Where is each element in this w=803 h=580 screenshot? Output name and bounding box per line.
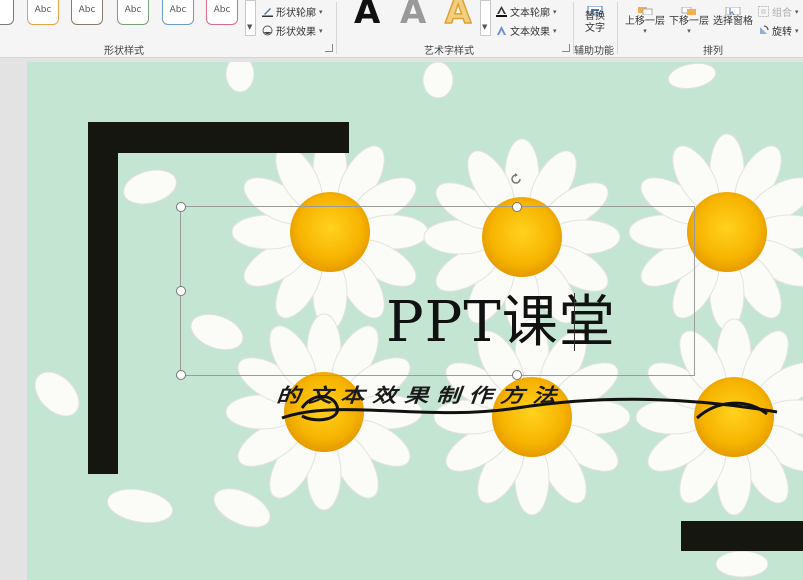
chevron-down-icon: ▾: [553, 26, 557, 35]
shape-style-swatch-6[interactable]: Abc: [206, 0, 238, 25]
chevron-down-icon: ▾: [687, 27, 691, 35]
send-backward-button[interactable]: 下移一层 ▾: [668, 0, 710, 36]
bring-forward-label: 上移一层: [625, 16, 665, 27]
group-button[interactable]: 组合 ▾: [758, 4, 799, 19]
alt-text-label-line1: 替换: [585, 11, 605, 22]
shape-style-swatch-2[interactable]: Abc: [27, 0, 59, 25]
group-label: 组合: [772, 8, 792, 19]
wordart-distortion-strokes: [281, 395, 778, 422]
text-effects-label: 文本效果: [510, 27, 550, 38]
dialog-launcher-icon[interactable]: [325, 44, 333, 52]
chevron-down-icon: ▾: [795, 26, 799, 35]
text-effects-button[interactable]: 文本效果 ▾: [496, 23, 557, 38]
wordart-style-gray[interactable]: A: [400, 0, 426, 32]
shape-outline-button[interactable]: 形状轮廓 ▾: [262, 4, 323, 19]
arrange-group-label: 排列: [703, 46, 723, 57]
wordart-style-gold[interactable]: A: [444, 0, 472, 33]
dialog-launcher-icon[interactable]: [562, 44, 570, 52]
shape-style-gallery-scroll[interactable]: ▼: [245, 0, 256, 36]
shape-outline-label: 形状轮廓: [276, 8, 316, 19]
shape-style-swatch-1[interactable]: [0, 0, 14, 25]
text-outline-label: 文本轮廓: [510, 8, 550, 19]
send-backward-icon: [678, 0, 700, 15]
selection-pane-icon: [722, 0, 744, 16]
shape-style-swatch-4[interactable]: Abc: [117, 0, 149, 25]
ribbon: Abc Abc Abc Abc Abc ▼ 形状轮廓 ▾ 形状效果 ▾ 形状样式…: [0, 0, 803, 58]
slide-title[interactable]: PPT课堂: [386, 291, 616, 355]
wordart-gallery-scroll[interactable]: ▼: [480, 0, 491, 36]
rotate-icon: [758, 25, 769, 36]
shape-effects-label: 形状效果: [276, 27, 316, 38]
resize-handle-left[interactable]: [176, 286, 186, 296]
rotate-label: 旋转: [772, 27, 792, 38]
title-text-box[interactable]: PPT课堂: [176, 173, 695, 380]
accessibility-group-label: 辅助功能: [574, 46, 614, 57]
shape-effects-icon: [262, 25, 273, 36]
chevron-down-icon: ▾: [795, 7, 799, 16]
wordart-group-label: 艺术字样式: [424, 46, 474, 57]
pen-icon: [262, 6, 273, 17]
shape-style-swatch-5[interactable]: Abc: [162, 0, 194, 25]
shape-effects-button[interactable]: 形状效果 ▾: [262, 23, 323, 38]
chevron-down-icon: ▾: [553, 7, 557, 16]
alt-text-label-line2: 文字: [585, 23, 605, 34]
text-outline-button[interactable]: 文本轮廓 ▾: [496, 4, 557, 19]
gallery-more-icon[interactable]: ▼: [247, 23, 252, 31]
wordart-style-black[interactable]: A: [354, 0, 380, 32]
alt-text-button[interactable]: 替换 文字: [580, 0, 610, 38]
selection-pane-button[interactable]: 选择窗格: [712, 0, 754, 36]
resize-handle-bottom-left[interactable]: [176, 370, 186, 380]
selection-pane-label: 选择窗格: [713, 16, 753, 27]
resize-handle-top-left[interactable]: [176, 202, 186, 212]
alt-text-icon: [585, 0, 605, 15]
shape-styles-group-label: 形状样式: [104, 46, 144, 57]
bring-forward-button[interactable]: 上移一层 ▾: [624, 0, 666, 36]
divider: [617, 2, 618, 54]
chevron-down-icon: ▾: [643, 27, 647, 35]
rotate-handle-icon[interactable]: [509, 171, 523, 185]
resize-handle-top[interactable]: [512, 202, 522, 212]
text-outline-icon: [496, 6, 507, 17]
rotate-button[interactable]: 旋转 ▾: [758, 23, 799, 38]
group-icon: [758, 6, 769, 17]
send-backward-label: 下移一层: [669, 16, 709, 27]
divider: [336, 2, 337, 54]
text-cursor: [574, 293, 575, 351]
bring-forward-icon: [634, 0, 656, 16]
shape-style-swatch-3[interactable]: Abc: [71, 0, 103, 25]
gallery-more-icon[interactable]: ▼: [482, 23, 487, 31]
chevron-down-icon: ▾: [319, 26, 323, 35]
text-effects-icon: [496, 25, 507, 36]
slide[interactable]: PPT课堂 的文本效果制作方法: [27, 62, 803, 580]
chevron-down-icon: ▾: [319, 7, 323, 16]
